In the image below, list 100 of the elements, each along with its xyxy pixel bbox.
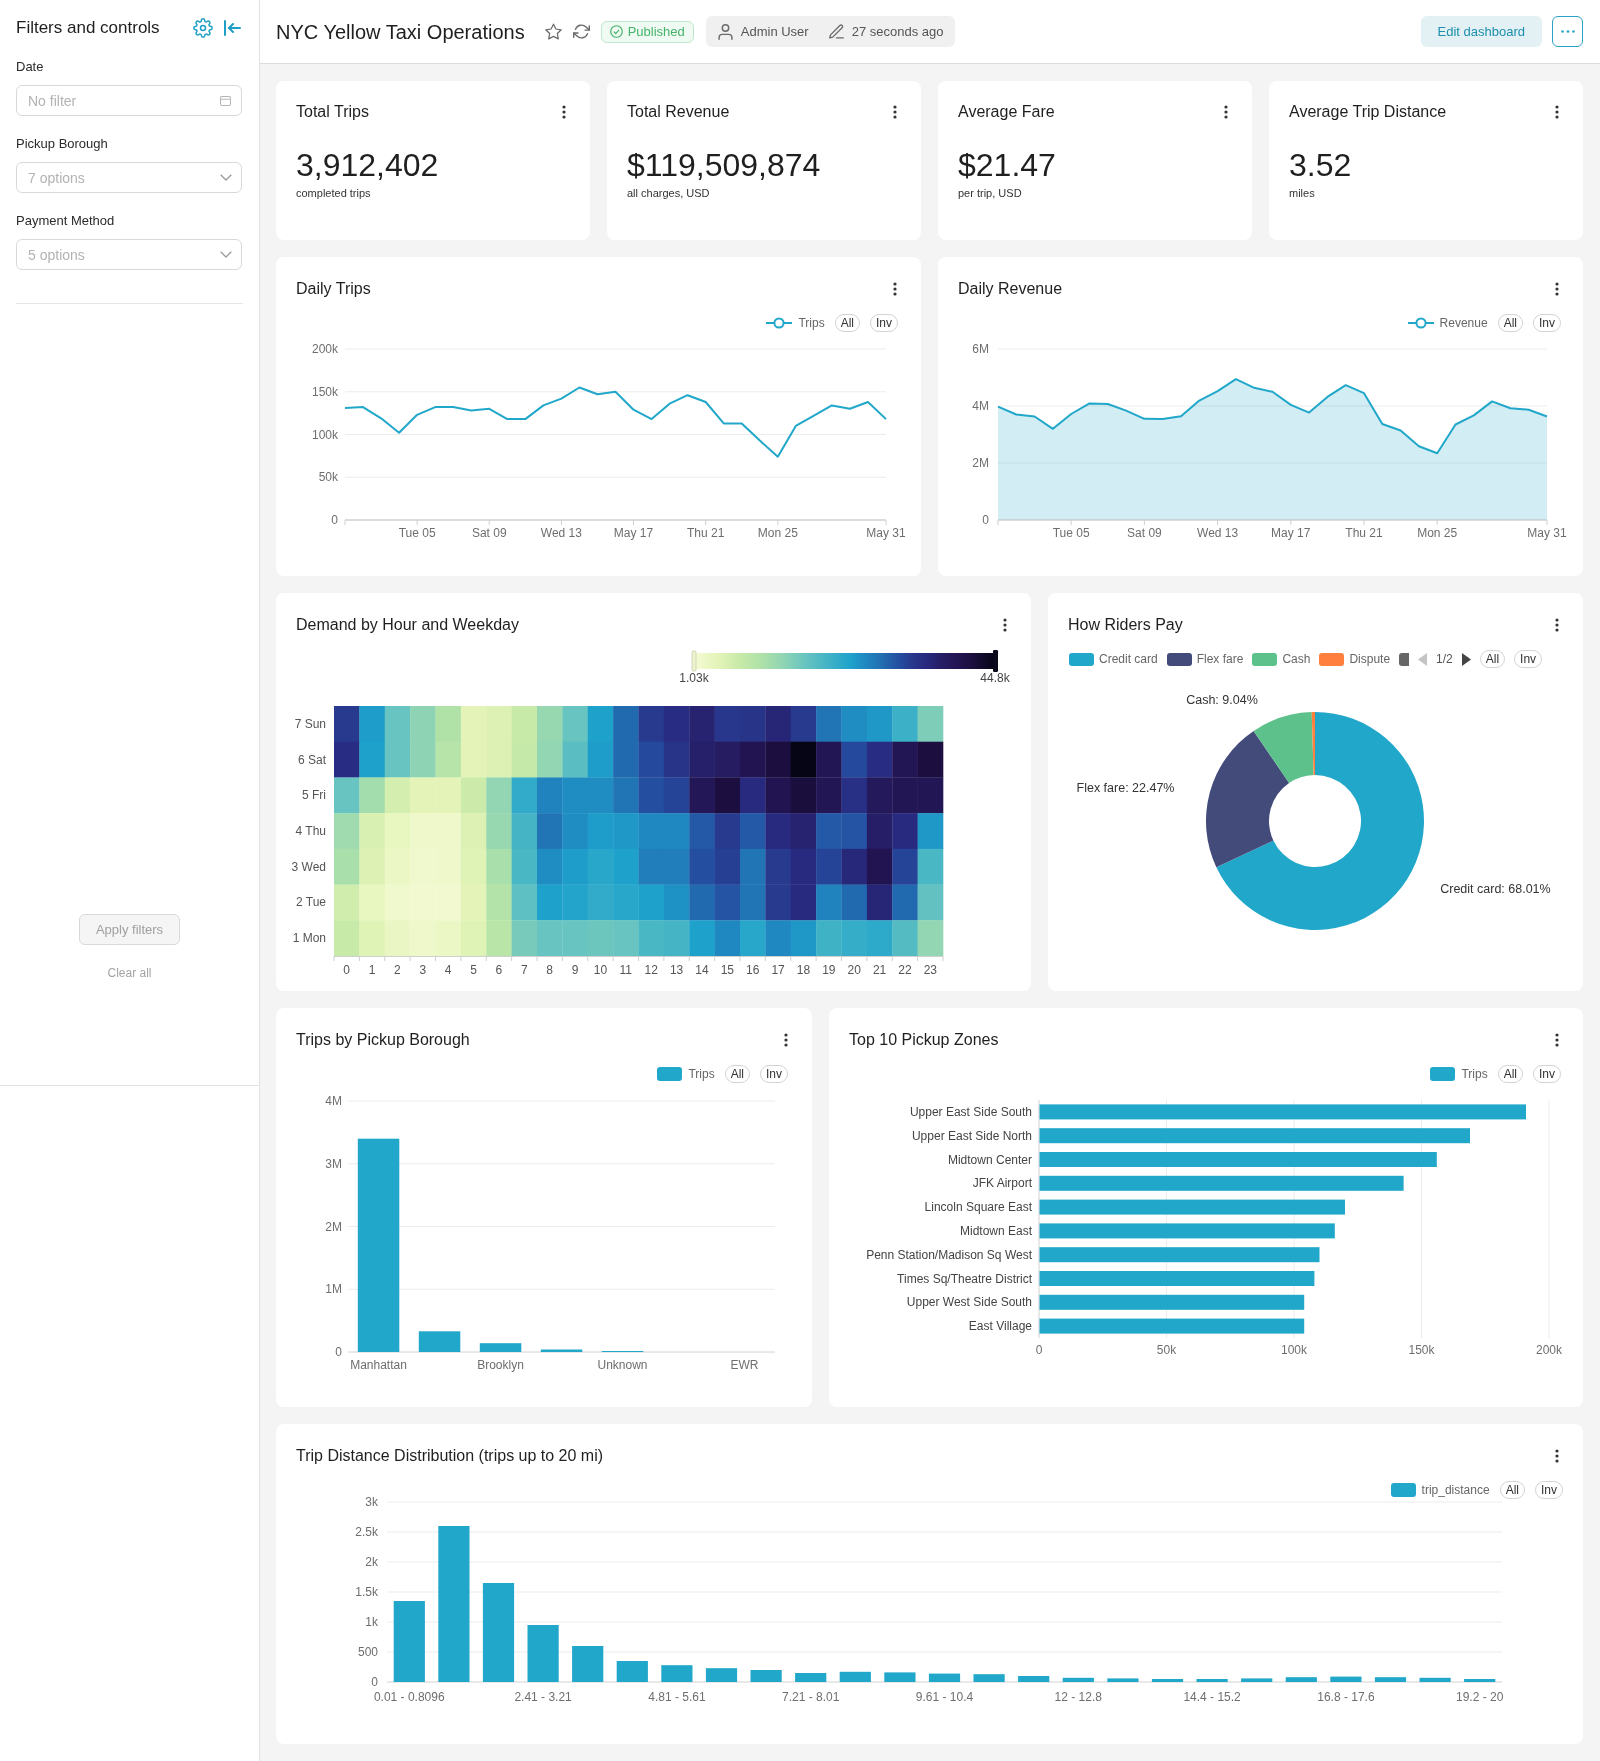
invert-selection-button[interactable]: Inv bbox=[1533, 314, 1561, 332]
kebab-menu-icon[interactable] bbox=[893, 105, 897, 119]
kebab-menu-icon[interactable] bbox=[562, 105, 566, 119]
kebab-menu-icon[interactable] bbox=[784, 1033, 788, 1047]
bar bbox=[973, 1674, 1005, 1682]
hour-label: 8 bbox=[546, 963, 554, 977]
more-button[interactable] bbox=[1552, 16, 1583, 47]
kebab-menu-icon[interactable] bbox=[1555, 1449, 1559, 1463]
select-all-button[interactable]: All bbox=[1499, 1481, 1525, 1499]
bar bbox=[1196, 1679, 1228, 1682]
chart-title: Top 10 Pickup Zones bbox=[849, 1030, 999, 1050]
scale-label: 44.8k bbox=[980, 671, 1010, 685]
ellipsis-icon bbox=[1560, 30, 1575, 33]
hour-label: 17 bbox=[771, 963, 785, 977]
date-field[interactable]: No filter bbox=[16, 85, 242, 116]
next-page-icon[interactable] bbox=[1461, 652, 1471, 666]
hour-label: 19 bbox=[822, 963, 836, 977]
scale-label: 1.03k bbox=[679, 671, 709, 685]
axis-label: 0.01 - 0.8096 bbox=[373, 1690, 445, 1704]
axis-label: Brooklyn bbox=[477, 1358, 524, 1372]
kebab-menu-icon[interactable] bbox=[1555, 1033, 1559, 1047]
bar bbox=[418, 1331, 461, 1352]
hour-label: 21 bbox=[872, 963, 887, 977]
bar bbox=[1151, 1679, 1184, 1682]
kebab-menu-icon[interactable] bbox=[1224, 105, 1228, 119]
slice-label: Credit card: 68.01% bbox=[1440, 882, 1551, 897]
axis-label: 0 bbox=[982, 513, 989, 527]
axis-label: 200k bbox=[1536, 1343, 1562, 1357]
axis-label: May 31 bbox=[1527, 526, 1567, 540]
select-all-button[interactable]: All bbox=[1479, 650, 1506, 668]
legend-item[interactable]: Revenue bbox=[1407, 314, 1488, 332]
legend-item[interactable]: Dispute bbox=[1319, 650, 1391, 668]
axis-label: Tue 05 bbox=[398, 526, 436, 540]
hour-label: 9 bbox=[571, 963, 579, 977]
axis-label: 3M bbox=[325, 1156, 342, 1171]
kebab-menu-icon[interactable] bbox=[893, 282, 897, 296]
kebab-menu-icon[interactable] bbox=[1003, 618, 1007, 632]
kebab-menu-icon[interactable] bbox=[1555, 105, 1559, 119]
axis-label: 2M bbox=[325, 1219, 342, 1234]
category-label: Times Sq/Theatre District bbox=[897, 1271, 1032, 1286]
axis-label: 4.81 - 5.61 bbox=[648, 1690, 706, 1704]
select-field[interactable]: 7 options bbox=[16, 162, 242, 193]
category-label: Lincoln Square East bbox=[924, 1200, 1032, 1215]
kpi-title: Total Revenue bbox=[627, 102, 730, 122]
bar bbox=[1419, 1677, 1451, 1682]
kebab-menu-icon[interactable] bbox=[1555, 282, 1559, 296]
hour-label: 7 bbox=[520, 963, 528, 977]
hour-label: 0 bbox=[343, 963, 351, 977]
bar bbox=[1018, 1676, 1050, 1682]
select-field[interactable]: 5 options bbox=[16, 239, 242, 270]
hour-label: 13 bbox=[669, 963, 684, 977]
category-label: Upper East Side North bbox=[911, 1128, 1032, 1143]
invert-selection-button[interactable]: Inv bbox=[1514, 650, 1543, 668]
hour-label: 12 bbox=[644, 963, 658, 977]
legend-item[interactable]: Trips bbox=[657, 1065, 715, 1083]
select-all-button[interactable]: All bbox=[1497, 314, 1523, 332]
legend-item[interactable]: Trips bbox=[766, 314, 825, 332]
kpi-caption: completed trips bbox=[296, 186, 371, 200]
weekday-label: 4 Thu bbox=[295, 824, 326, 838]
settings-icon[interactable] bbox=[193, 18, 213, 38]
kpi-value: 3,912,402 bbox=[296, 146, 439, 184]
legend-item[interactable]: Flex fare bbox=[1166, 650, 1244, 668]
axis-label: 100k bbox=[1281, 1343, 1307, 1357]
chevron-down-icon bbox=[220, 251, 232, 258]
legend-item[interactable]: Credit card bbox=[1069, 650, 1158, 668]
weekday-label: 3 Wed bbox=[291, 859, 326, 874]
select-all-button[interactable]: All bbox=[1497, 1065, 1523, 1083]
range-handle[interactable] bbox=[993, 650, 998, 672]
kpi-value: $21.47 bbox=[958, 146, 1056, 184]
refresh-icon[interactable] bbox=[572, 23, 590, 40]
legend-item[interactable]: Trips bbox=[1430, 1065, 1488, 1083]
invert-selection-button[interactable]: Inv bbox=[870, 314, 898, 332]
collapse-sidebar-icon[interactable] bbox=[224, 20, 241, 36]
hour-label: 1 bbox=[368, 963, 376, 977]
select-all-button[interactable]: All bbox=[724, 1065, 750, 1083]
select-all-button[interactable]: All bbox=[834, 314, 860, 332]
hour-label: 16 bbox=[746, 963, 760, 977]
axis-label: 150k bbox=[1408, 1343, 1435, 1357]
chevron-down-icon bbox=[220, 174, 232, 181]
bar bbox=[540, 1349, 583, 1352]
invert-selection-button[interactable]: Inv bbox=[760, 1065, 788, 1083]
axis-label: Wed 13 bbox=[540, 526, 582, 540]
bar bbox=[661, 1665, 693, 1682]
bar bbox=[795, 1673, 827, 1682]
range-handle[interactable] bbox=[691, 650, 697, 672]
category-label: East Village bbox=[968, 1319, 1032, 1334]
hour-label: 22 bbox=[898, 963, 912, 977]
invert-selection-button[interactable]: Inv bbox=[1533, 1065, 1561, 1083]
kpi-title: Average Fare bbox=[958, 102, 1055, 122]
bar bbox=[705, 1668, 738, 1682]
legend-item[interactable]: trip_distance bbox=[1390, 1481, 1490, 1499]
kebab-menu-icon[interactable] bbox=[1555, 618, 1559, 632]
weekday-label: 7 Sun bbox=[294, 716, 326, 731]
invert-selection-button[interactable]: Inv bbox=[1535, 1481, 1563, 1499]
user-icon bbox=[717, 23, 733, 40]
legend-item[interactable]: Cash bbox=[1252, 650, 1311, 668]
filter-label: Pickup Borough bbox=[16, 136, 109, 152]
star-icon[interactable] bbox=[544, 23, 562, 40]
category-label: Upper East Side South bbox=[909, 1104, 1032, 1119]
bar bbox=[1107, 1678, 1139, 1682]
